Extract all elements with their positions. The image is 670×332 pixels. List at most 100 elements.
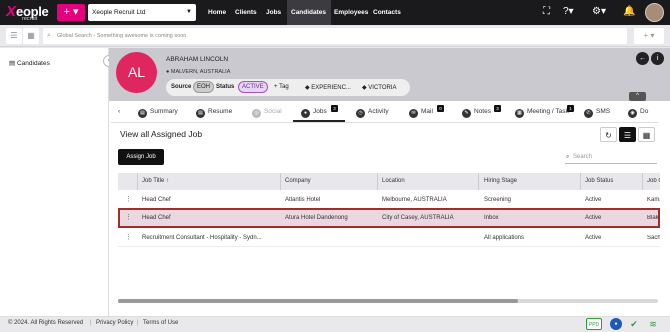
wifi-icon: ≋ (649, 319, 657, 329)
search-placeholder: Search (573, 154, 593, 160)
tab-social[interactable]: ◎ Social (252, 108, 282, 118)
chevron-up-icon[interactable]: ^ (629, 92, 646, 101)
tab-documents[interactable]: ◉ Do (628, 108, 648, 118)
cell-location: Melbourne, AUSTRALIA (382, 197, 447, 203)
refresh-icon[interactable]: ↻ (600, 127, 617, 142)
tab-mail[interactable]: ✉ Mail 0 (409, 105, 444, 118)
nav-employees[interactable]: Employees (330, 0, 372, 25)
col-company[interactable]: Company (285, 178, 311, 184)
tab-label: Do (640, 108, 649, 115)
grid-view-icon[interactable]: ▦ (638, 127, 655, 142)
col-location[interactable]: Location (382, 178, 405, 184)
cell-job-status: Active (585, 235, 602, 241)
activity-icon: ◷ (356, 109, 365, 118)
copyright: © 2024. All Rights Reserved (8, 320, 84, 326)
cell-company: Atlantis Hotel (285, 197, 321, 203)
ppd-badge[interactable]: PPD (586, 318, 602, 330)
status-badge[interactable]: ACTIVE (238, 81, 268, 93)
tab-label: Notes (474, 108, 491, 115)
cell-job-title[interactable]: Head Chef (142, 215, 171, 221)
chevron-down-icon: ▼ (186, 9, 192, 15)
count-badge: 1 (567, 105, 574, 112)
tab-label: Jobs (313, 108, 327, 115)
sidebar (0, 48, 109, 316)
nav-jobs[interactable]: Jobs (262, 0, 285, 25)
col-job-status[interactable]: Job Status (585, 178, 613, 184)
jobs-search-input[interactable]: ⌕ Search (565, 150, 657, 164)
nav-contacts[interactable]: Contacts (369, 0, 405, 25)
nav-clients[interactable]: Clients (231, 0, 261, 25)
horizontal-scrollbar[interactable] (118, 299, 658, 303)
user-status-icon[interactable]: ● (610, 318, 622, 330)
column-separator (478, 173, 479, 190)
search-icon: ⌕ (566, 154, 570, 160)
tab-sms[interactable]: ✆ SMS (584, 108, 610, 118)
tab-meeting-task[interactable]: ▦ Meeting / Task 1 (515, 105, 574, 118)
gear-icon[interactable]: ⚙▾ (592, 6, 606, 18)
tag-experience[interactable]: ◆ EXPERIENC... (305, 84, 351, 91)
cell-job-title[interactable]: Recruitment Consultant - Hospitality - S… (142, 235, 262, 241)
list-view-icon[interactable]: ☰ (619, 127, 636, 142)
cell-location: City of Casey, AUSTRALIA (382, 215, 454, 221)
cell-company: Atura Hotel Dandenong (285, 215, 348, 221)
tag-victoria-label: VICTORIA (368, 85, 397, 91)
company-selector[interactable]: Xeople Recruit Ltd ▼ (88, 4, 196, 21)
cell-job-status: Active (585, 215, 602, 221)
privacy-link[interactable]: Privacy Policy (96, 320, 133, 326)
tab-notes[interactable]: ✎ Notes 3 (462, 105, 501, 118)
candidates-icon: ▤ (9, 60, 16, 67)
count-badge: 3 (494, 105, 501, 112)
jobs-icon: ● (301, 109, 310, 118)
column-separator (580, 173, 581, 190)
col-job-title[interactable]: Job Title ↑ (142, 178, 169, 184)
tab-resume[interactable]: ▤ Resume (196, 108, 232, 118)
tab-label: Meeting / Task (527, 108, 569, 115)
row-menu-icon[interactable]: ⋮ (125, 195, 132, 203)
user-avatar[interactable] (645, 3, 664, 22)
row-menu-icon[interactable]: ⋮ (125, 233, 132, 241)
cell-job-title[interactable]: Head Chef (142, 197, 171, 203)
logo[interactable]: Xeople recruit (6, 3, 54, 23)
search-icon: ⌕ (47, 32, 51, 39)
tab-label: Activity (368, 108, 389, 115)
tab-jobs[interactable]: ● Jobs 3 (301, 105, 338, 118)
list-view-icon[interactable]: ☰ (6, 28, 22, 44)
search-placeholder: Global Search - Something awesome is com… (57, 33, 187, 39)
info-icon[interactable]: i (651, 52, 664, 65)
sidebar-item-label: Candidates (16, 60, 50, 67)
global-search-input[interactable]: ⌕ Global Search - Something awesome is co… (43, 28, 627, 44)
bell-icon[interactable]: 🔔 (623, 6, 635, 18)
notes-icon: ✎ (462, 109, 471, 118)
add-tag-button[interactable]: + Tag (274, 84, 289, 90)
grid-view-icon[interactable]: ▦ (23, 28, 39, 44)
tab-activity[interactable]: ◷ Activity (356, 108, 389, 118)
tag-icon: ◆ (362, 85, 367, 91)
tab-label: Resume (208, 108, 233, 115)
quick-add-button[interactable]: + ▾ (57, 4, 85, 21)
row-menu-icon[interactable]: ⋮ (125, 213, 132, 221)
tab-label: Summary (150, 108, 178, 115)
terms-link[interactable]: Terms of Use (143, 320, 178, 326)
nav-home[interactable]: Home (204, 0, 230, 25)
tab-summary[interactable]: ▤ Summary (138, 108, 178, 118)
company-name: Xeople Recruit Ltd (92, 9, 146, 16)
tag-experience-label: EXPERIENC... (311, 85, 351, 91)
col-hiring-stage[interactable]: Hiring Stage (484, 178, 517, 184)
add-dropdown-button[interactable]: + ▾ (634, 28, 664, 44)
active-tab-indicator (293, 120, 345, 122)
tag-victoria[interactable]: ◆ VICTORIA (362, 84, 397, 91)
cell-hiring-stage: Inbox (484, 215, 499, 221)
sidebar-item-candidates[interactable]: ▤ Candidates (9, 59, 50, 67)
fullscreen-icon[interactable]: ⛶ (543, 6, 550, 18)
check-shield-icon[interactable]: ✔ (628, 318, 640, 330)
resume-icon: ▤ (196, 109, 205, 118)
assign-job-button[interactable]: Assign Job (118, 149, 164, 165)
back-arrow-icon[interactable]: ← (636, 52, 649, 65)
count-badge: 0 (437, 105, 444, 112)
help-icon[interactable]: ?▾ (563, 6, 574, 18)
col-job-owner[interactable]: Job Owne (647, 178, 660, 184)
social-icon: ◎ (252, 109, 261, 118)
tabs-scroll-left[interactable]: ‹ (118, 108, 120, 115)
scrollbar-thumb[interactable] (118, 299, 518, 303)
nav-candidates[interactable]: Candidates (287, 0, 331, 25)
